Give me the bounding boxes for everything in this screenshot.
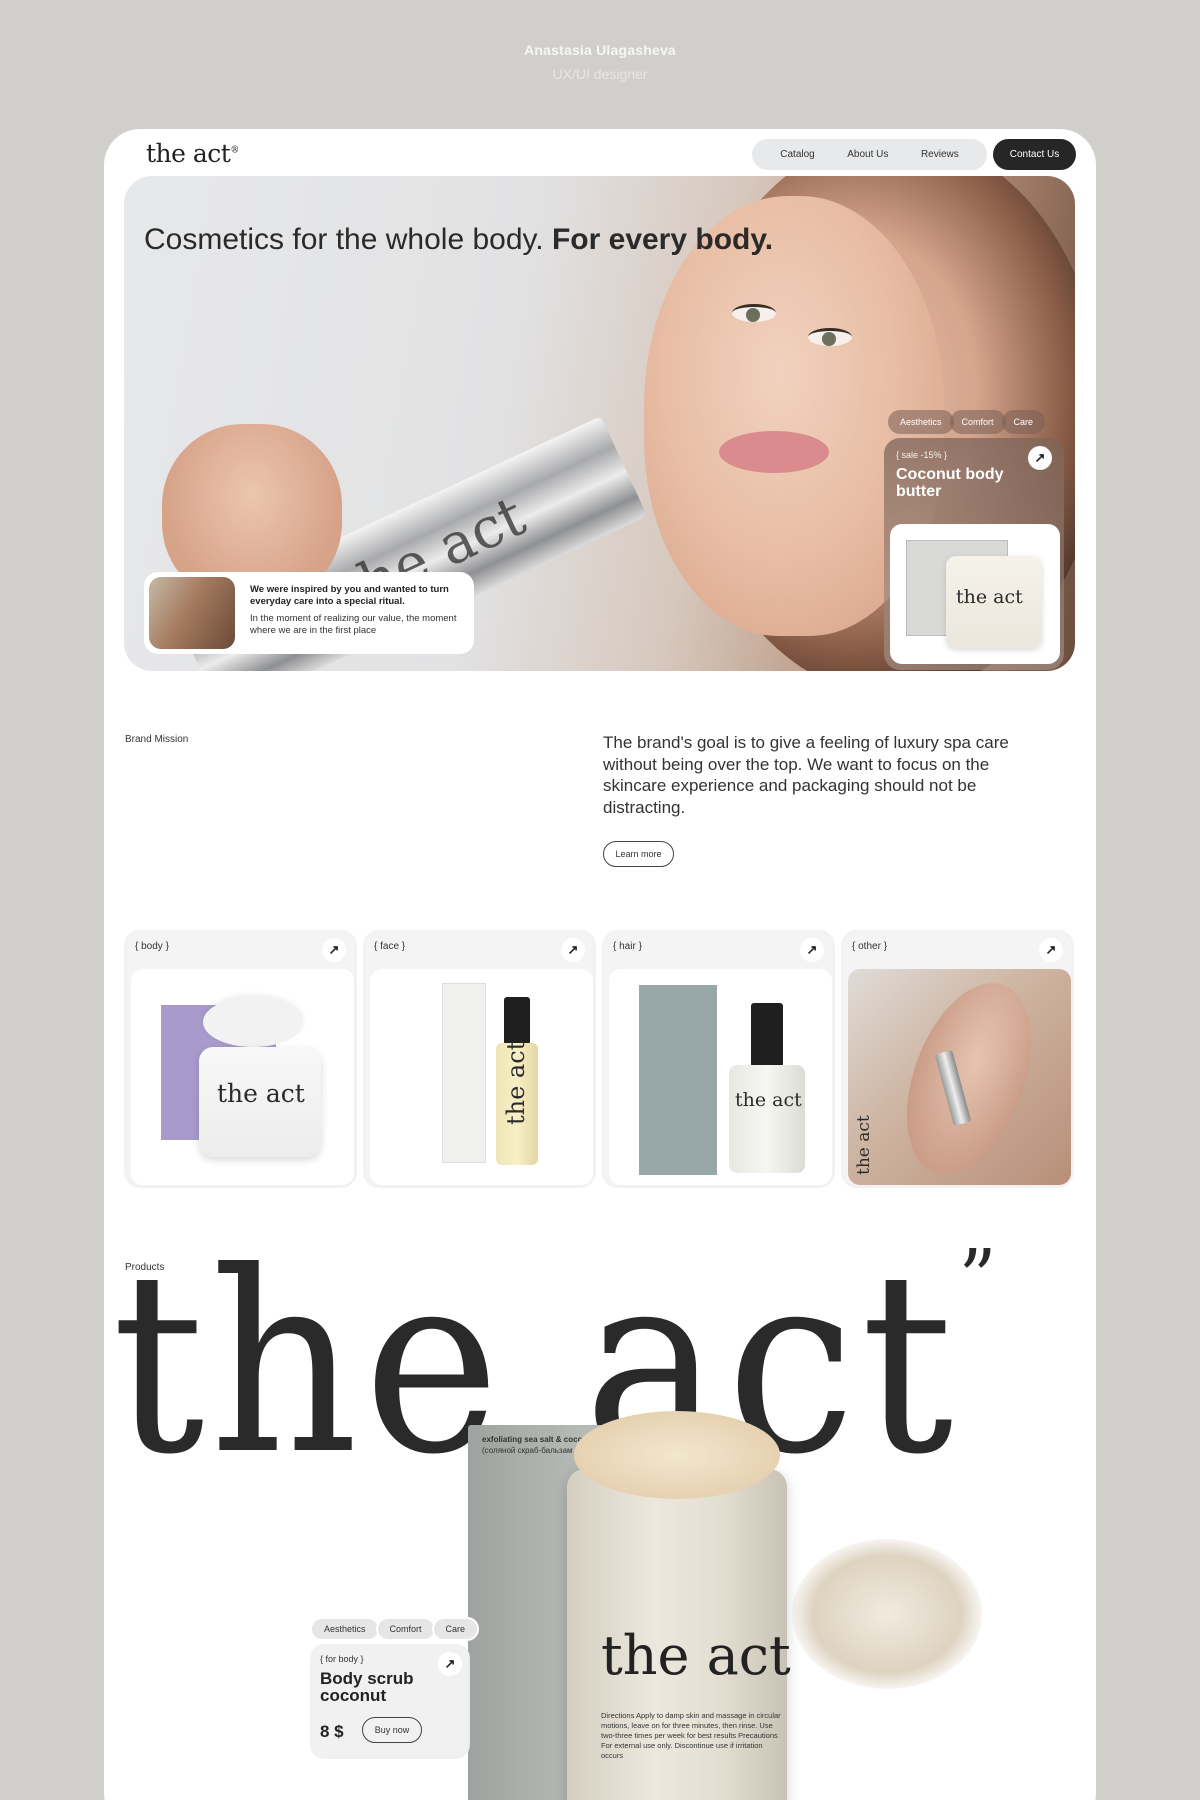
- arrow-up-right-icon[interactable]: ↗: [561, 938, 585, 962]
- hero-headline: Cosmetics for the whole body. For every …: [144, 223, 774, 256]
- product-bottle: the act: [729, 1065, 805, 1173]
- arrow-up-right-icon[interactable]: ↗: [800, 938, 824, 962]
- category-card-body[interactable]: { body } ↗ the act: [124, 930, 357, 1188]
- hero-photo-eye: [808, 328, 852, 346]
- arrow-up-right-icon[interactable]: ↗: [438, 1652, 462, 1676]
- inspiration-thumbnail: [149, 577, 235, 649]
- tag-comfort[interactable]: Comfort: [949, 410, 1006, 434]
- category-label: { hair }: [613, 941, 642, 952]
- inspiration-card: We were inspired by you and wanted to tu…: [144, 572, 474, 654]
- arrow-up-right-icon[interactable]: ↗: [1039, 938, 1063, 962]
- tag-care[interactable]: Care: [431, 1617, 480, 1641]
- hero-photo-lips: [719, 431, 829, 473]
- jar-logo: the act: [601, 1624, 791, 1687]
- hero-photo-eye: [732, 304, 776, 322]
- product-bottle: the act: [496, 1041, 538, 1165]
- category-card-face[interactable]: { face } ↗ the act: [363, 930, 596, 1188]
- product-pump: [751, 1003, 783, 1067]
- tag-comfort[interactable]: Comfort: [375, 1617, 436, 1641]
- sale-badge: { sale -15% }: [896, 450, 948, 460]
- arrow-up-right-icon[interactable]: ↗: [322, 938, 346, 962]
- category-card-hair[interactable]: { hair } ↗ the act: [602, 930, 835, 1188]
- promo-title: Coconut body butter: [896, 466, 1004, 500]
- product-jar: the act: [199, 1047, 321, 1157]
- product-foam: [203, 997, 303, 1047]
- author-name: Anastasia Ulagasheva: [524, 42, 676, 58]
- author-role: UX/UI designer: [552, 66, 648, 82]
- product-price: 8 $: [320, 1722, 344, 1741]
- brand-logo[interactable]: the act®: [146, 139, 239, 168]
- product-jar: the act: [946, 556, 1042, 648]
- tag-aesthetics[interactable]: Aesthetics: [888, 410, 954, 434]
- learn-more-button[interactable]: Learn more: [603, 841, 674, 867]
- product-category: { for body }: [320, 1654, 364, 1664]
- category-label: { body }: [135, 941, 169, 952]
- photo-arm: [883, 969, 1055, 1185]
- nav-catalog[interactable]: Catalog: [780, 149, 814, 160]
- brand-mission-label: Brand Mission: [125, 734, 189, 745]
- scrub-product-jar: the act Directions Apply to damp skin an…: [567, 1469, 791, 1800]
- category-image: the act: [609, 969, 832, 1185]
- nav-about-us[interactable]: About Us: [847, 149, 888, 160]
- hero-tag-group: Aesthetics Comfort Care: [888, 410, 1046, 434]
- product-box: [639, 985, 717, 1175]
- landing-page-card: the act® Catalog About Us Reviews Contac…: [104, 129, 1096, 1800]
- scrub-smear: [792, 1539, 982, 1689]
- author-credit: Anastasia Ulagasheva UX/UI designer: [0, 42, 1200, 82]
- nav-reviews[interactable]: Reviews: [921, 149, 959, 160]
- tag-aesthetics[interactable]: Aesthetics: [310, 1617, 380, 1641]
- category-label: { other }: [852, 941, 888, 952]
- contact-us-button[interactable]: Contact Us: [993, 139, 1076, 170]
- promo-product-image: the act: [890, 524, 1060, 664]
- category-card-other[interactable]: { other } ↗ the act: [841, 930, 1074, 1188]
- jar-directions: Directions Apply to damp skin and massag…: [601, 1711, 781, 1760]
- inspiration-title: We were inspired by you and wanted to tu…: [250, 584, 449, 607]
- promo-card[interactable]: { sale -15% } Coconut body butter ↗ the …: [884, 438, 1064, 670]
- buy-now-button[interactable]: Buy now: [362, 1717, 422, 1743]
- category-image: the act: [848, 969, 1071, 1185]
- tag-care[interactable]: Care: [1001, 410, 1046, 434]
- main-nav: Catalog About Us Reviews: [752, 139, 987, 170]
- arrow-up-right-icon[interactable]: ↗: [1028, 446, 1052, 470]
- product-name: Body scrub coconut: [320, 1669, 414, 1705]
- product-pump: [504, 997, 530, 1045]
- category-label: { face }: [374, 941, 406, 952]
- category-image: the act: [370, 969, 593, 1185]
- product-card[interactable]: { for body } Body scrub coconut ↗ 8 $ Bu…: [310, 1644, 470, 1759]
- vertical-logo: the act: [854, 1115, 874, 1175]
- category-image: the act: [131, 969, 354, 1185]
- inspiration-text: In the moment of realizing our value, th…: [250, 613, 457, 636]
- scrub-texture-top: [574, 1411, 780, 1499]
- brand-mission-text: The brand's goal is to give a feeling of…: [603, 733, 1009, 817]
- product-box: [442, 983, 486, 1163]
- product-tag-group: Aesthetics Comfort Care: [310, 1617, 480, 1641]
- hero-section: the act Cosmetics for the whole body. Fo…: [124, 176, 1075, 671]
